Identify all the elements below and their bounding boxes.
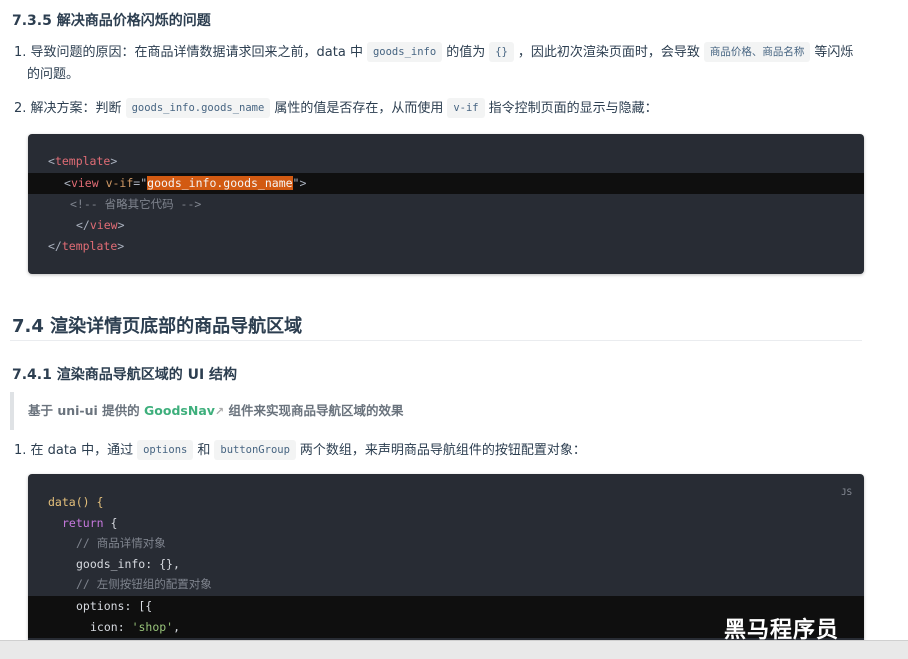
section-heading-7-4-1: 7.4.1 渲染商品导航区域的 UI 结构 (12, 367, 238, 383)
list-item-data-config: 1. 在 data 中，通过 options 和 buttonGroup 两个数组，来声… (14, 440, 874, 462)
external-link-icon: ↗ (214, 405, 225, 418)
code-line-highlighted: <view v-if="goods_info.goods_name"> (28, 173, 864, 194)
code-line: </view> (76, 218, 125, 232)
inline-code-options: options (137, 440, 194, 460)
list-number: 1. (14, 443, 27, 458)
section-heading-7-4: 7.4 渲染详情页底部的商品导航区域 (12, 316, 303, 337)
list-number: 2. (14, 101, 27, 116)
code-line: goods_info: {}, (76, 557, 180, 571)
code-line: </template> (48, 239, 125, 253)
tip-text-1: 基于 uni-ui 提供的 (28, 403, 140, 418)
code-line-comment: // 商品详情对象 (76, 536, 166, 550)
cause-text-2: 的值为 (446, 45, 486, 60)
goodsnav-link[interactable]: GoodsNav (144, 403, 215, 418)
code-line: <template> (48, 154, 118, 168)
selected-text[interactable]: goods_info.goods_name (147, 176, 293, 190)
code-line: data() { (48, 495, 104, 509)
solution-text-2: 属性的值是否存在，从而使用 (274, 101, 444, 116)
heading-divider (10, 340, 862, 341)
solution-text-3: 指令控制页面的显示与隐藏： (488, 101, 658, 116)
list-item-solution: 2. 解决方案：判断 goods_info.goods_name 属性的值是否存在，… (14, 98, 874, 120)
code-block-template[interactable]: <template> <view v-if="goods_info.goods_… (28, 134, 864, 274)
tip-text-2: 组件来实现商品导航区域的效果 (228, 403, 404, 418)
cause-text-3: ，因此初次渲染页面时，会导致 (517, 45, 700, 60)
list-number: 1. (14, 45, 27, 60)
inline-code-v-if: v-if (447, 98, 485, 118)
cause-text-1: 导致问题的原因：在商品详情数据请求回来之前，data 中 (30, 45, 363, 60)
inline-code-price-name: 商品价格、商品名称 (703, 42, 811, 62)
section-heading-7-3-5: 7.3.5 解决商品价格闪烁的问题 (12, 13, 211, 29)
tip-block: 基于 uni-ui 提供的 GoodsNav↗ 组件来实现商品导航区域的效果 (10, 392, 866, 430)
tip-text: 基于 uni-ui 提供的 GoodsNav↗ 组件来实现商品导航区域的效果 (28, 400, 404, 423)
code-line-comment: // 左侧按钮组的配置对象 (76, 577, 212, 591)
inline-code-buttongroup: buttonGroup (214, 440, 296, 460)
code-line: return { (62, 516, 118, 530)
taskbar (0, 640, 908, 659)
cause-text-5: 的问题。 (27, 67, 80, 82)
config-text-1: 在 data 中，通过 (30, 443, 134, 458)
list-item-cause: 1. 导致问题的原因：在商品详情数据请求回来之前，data 中 goods_inf… (14, 42, 874, 64)
config-text-3: 两个数组，来声明商品导航组件的按钮配置对象： (299, 443, 586, 458)
cause-text-4: 等闪烁 (814, 45, 854, 60)
solution-text-1: 解决方案：判断 (30, 101, 122, 116)
inline-code-goods-info: goods_info (366, 42, 443, 62)
code-line-comment: <!-- 省略其它代码 --> (70, 197, 202, 211)
config-text-2: 和 (197, 443, 211, 458)
inline-code-goods-name: goods_info.goods_name (125, 98, 271, 118)
inline-code-empty-object: {} (489, 42, 514, 62)
